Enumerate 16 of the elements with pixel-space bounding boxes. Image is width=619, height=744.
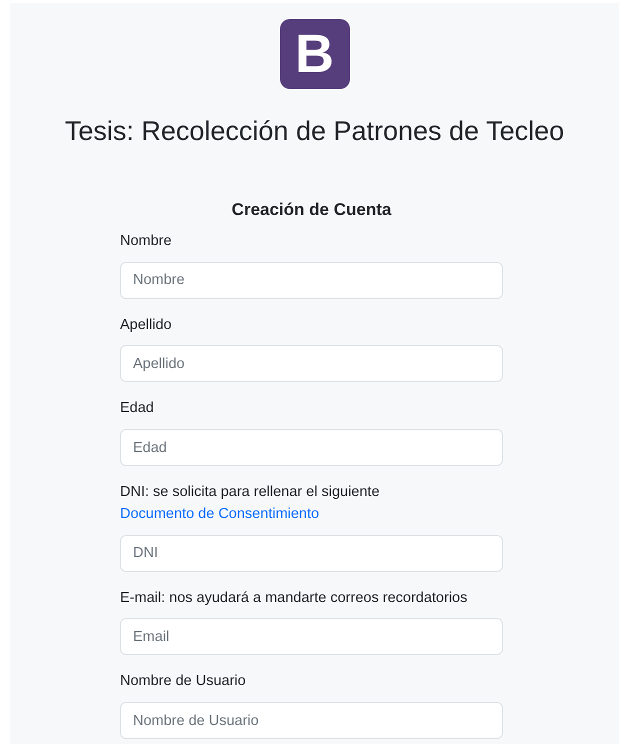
field-label: DNI: se solicita para rellenar el siguiente Documento de Consentimiento	[120, 483, 381, 524]
input-field[interactable]: Nombre de Usuario	[120, 702, 503, 740]
input-field[interactable]: Edad	[120, 429, 503, 466]
field-label: Apellido	[120, 316, 173, 335]
field-label: Edad	[120, 399, 155, 418]
page-title: Tesis: Recolección de Patrones de Tecleo	[64, 115, 564, 148]
field-label: Nombre de Usuario	[120, 672, 247, 692]
logo: B	[280, 19, 350, 89]
form-heading: Creación de Cuenta	[230, 199, 392, 222]
field-label: E-mail: nos ayudará a mandarte correos recordatorios	[120, 588, 468, 608]
document-link[interactable]: Documento de Consentimiento	[120, 506, 320, 522]
input-field[interactable]: Email	[120, 618, 503, 656]
field-label: Nombre	[120, 232, 173, 251]
input-field[interactable]: DNI	[120, 534, 503, 572]
input-field[interactable]: Nombre	[120, 262, 503, 299]
input-field[interactable]: Apellido	[120, 345, 503, 382]
